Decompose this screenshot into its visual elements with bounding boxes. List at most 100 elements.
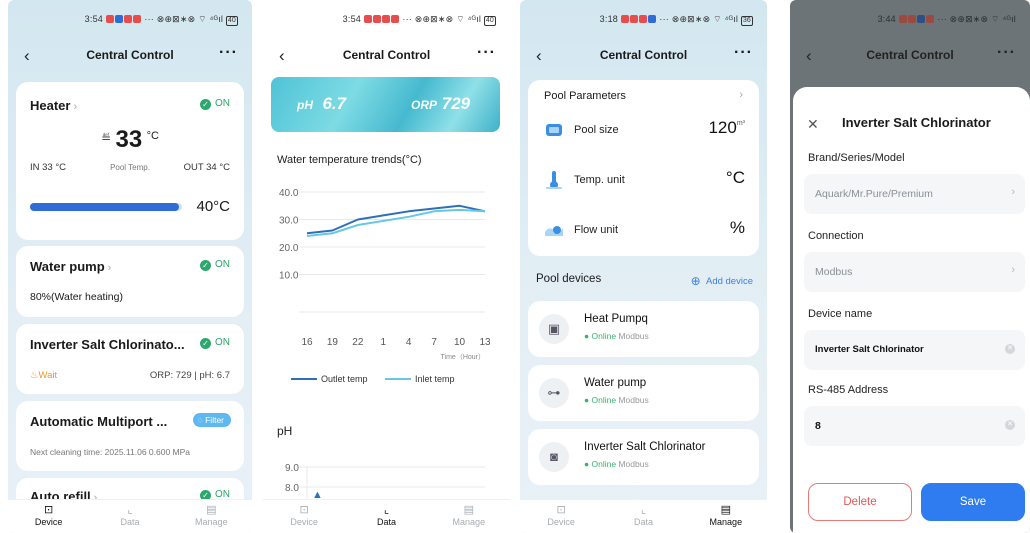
dimmed-background[interactable]: 3:44 ··· ⊗⊕⊠∗⊗ ⌔ ⁴ᴳıl ‹ Central Control … [790,0,1030,90]
device-icon: ⊡ [299,504,309,516]
more-icon[interactable]: ··· [219,44,238,62]
heater-status-badge: ✓ ON [200,98,230,110]
chevron-right-icon: › [739,89,743,101]
device-icon: ⊡ [556,504,566,516]
pool-parameters-card[interactable]: Pool Parameters › Pool size 120m³ Temp. … [528,80,759,256]
tab-device[interactable]: ⊡ Device [8,500,89,533]
tab-data[interactable]: ⌞ Data [345,500,427,533]
device-name: Water pump [584,377,647,389]
tab-manage[interactable]: ▤ Manage [171,500,252,533]
chart-icon: ⌞ [127,504,133,516]
device-name-label: Device name [808,308,873,320]
rs485-address-input[interactable]: 8 ✕ [804,406,1025,446]
page-title: Central Control [86,48,174,62]
tab-manage[interactable]: ▤ Manage [428,500,510,533]
page-title: Central Control [342,48,431,62]
status-bar: 3:54 ··· ⊗⊕⊠∗⊗ ⌔ ⁴ᴳıl 40 [85,14,238,26]
heater-title[interactable]: Heater › [30,98,77,113]
status-icons: ··· ⊗⊕⊠∗⊗ ⌔ ⁴ᴳıl [659,14,739,24]
delete-button[interactable]: Delete [808,483,912,521]
address-label: RS-485 Address [808,384,889,396]
more-icon[interactable]: ··· [477,44,496,62]
water-pump-status-badge: ✓ ON [200,259,230,271]
setpoint-fill [30,203,179,211]
device-card-chlorinator[interactable]: ◙ Inverter Salt Chlorinator ● Online Mod… [528,429,759,485]
clear-icon[interactable]: ✕ [1005,344,1015,354]
brand-select[interactable]: Aquark/Mr.Pure/Premium › [804,174,1025,214]
manage-screen: 3:18 ··· ⊗⊕⊠∗⊗ ⌔ ⁴ᴳıl 36 ‹ Central Contr… [520,0,767,533]
setpoint-value: 40°C [196,198,230,215]
more-icon[interactable]: ··· [734,44,753,62]
temp-unit-row[interactable]: Temp. unit °C [544,166,745,196]
tab-device[interactable]: ⊡ Device [263,500,345,533]
add-device-button[interactable]: ⊕ Add device [691,274,753,288]
status-bar: 3:54 ··· ⊗⊕⊠∗⊗ ⌔ ⁴ᴳıl 40 [343,14,496,26]
flame-icon: ♨ [30,370,39,381]
x-tick-label: 19 [327,337,339,348]
pool-size-icon [546,124,562,136]
tab-bar: ⊡ Device ⌞ Data ▤ Manage [520,499,767,533]
status-icons: ··· ⊗⊕⊠∗⊗ ⌔ ⁴ᴳıl [937,14,1016,24]
heater-card[interactable]: Heater › ✓ ON ≝ 33 °C IN 33 °C Pool Temp. … [16,82,244,240]
battery-icon: 40 [483,16,496,26]
legend-label-1: Inlet temp [415,374,455,384]
pool-size-row[interactable]: Pool size 120m³ [544,116,745,146]
connection-select[interactable]: Modbus › [804,252,1025,292]
y-tick-label: 10.0 [279,271,299,282]
nav-bar: ‹ Central Control ··· [790,44,1030,68]
edit-device-sheet: ✕ Inverter Salt Chlorinator Brand/Series… [793,87,1030,533]
water-pump-title[interactable]: Water pump › [30,259,111,274]
battery-icon: 36 [740,16,753,26]
sheet-title: Inverter Salt Chlorinator [842,115,991,130]
multiport-title[interactable]: Automatic Multiport ... [30,414,167,429]
outlet-temp: OUT 34 °C [183,162,230,173]
check-icon: ✓ [200,338,211,349]
chlorinator-title[interactable]: Inverter Salt Chlorinato... [30,337,185,352]
device-status: ● Online Modbus [584,395,649,405]
chevron-right-icon: › [1011,186,1015,198]
tab-device[interactable]: ⊡ Device [520,500,602,533]
orp-reading: ORP 729 [411,94,471,113]
connection-label: Connection [808,230,864,242]
check-icon: ✓ [200,260,211,271]
multiport-detail: Next cleaning time: 2025.11.06 0.600 MPa [30,447,191,457]
flow-unit-row[interactable]: Flow unit % [544,216,745,246]
status-time: 3:54 [342,14,361,24]
device-card-heat-pump[interactable]: ▣ Heat Pumpq ● Online Modbus [528,301,759,357]
chlorinator-icon: ◙ [539,442,569,472]
pool-devices-title: Pool devices [536,273,602,285]
device-name-input[interactable]: Inverter Salt Chlorinator ✕ [804,330,1025,370]
close-icon[interactable]: ✕ [807,116,819,133]
heater-temp-display: ≝ 33 °C [16,126,244,154]
pool-parameters-title: Pool Parameters [544,90,626,102]
chlorinator-readings: ORP: 729 | pH: 6.7 [149,370,230,381]
x-tick-label: 7 [431,337,437,348]
edit-device-screen: 3:44 ··· ⊗⊕⊠∗⊗ ⌔ ⁴ᴳıl ‹ Central Control … [790,0,1030,533]
manage-icon: ▤ [720,504,732,516]
clear-icon[interactable]: ✕ [1005,420,1015,430]
setpoint-slider[interactable] [30,203,182,211]
water-pump-icon: ⊶ [539,378,569,408]
ph-reading: pH 6.7 [297,94,347,113]
water-quality-banner: pH 6.7 ORP 729 [271,77,500,132]
status-icons: ··· ⊗⊕⊠∗⊗ ⌔ ⁴ᴳıl [144,14,224,24]
ph-trend-chart: 9.08.0▲ [285,463,485,500]
status-bar: 3:44 ··· ⊗⊕⊠∗⊗ ⌔ ⁴ᴳıl [878,14,1016,25]
status-time: 3:44 [877,14,896,24]
more-icon[interactable]: ··· [997,44,1016,62]
x-tick-label: 10 [454,337,466,348]
device-card-water-pump[interactable]: ⊶ Water pump ● Online Modbus [528,365,759,421]
status-time: 3:18 [599,14,618,24]
chlorinator-card[interactable]: Inverter Salt Chlorinato... ✓ ON ♨Wait OR… [16,324,244,394]
tab-manage[interactable]: ▤ Manage [685,500,767,533]
chart-icon: ⌞ [640,504,647,516]
temp-chart-title: Water temperature trends(°C) [277,154,422,166]
multiport-card[interactable]: Automatic Multiport ... ◌ Filter Next cl… [16,401,244,471]
status-time: 3:54 [84,14,103,24]
device-status: ● Online Modbus [584,459,649,469]
water-pump-card[interactable]: Water pump › ✓ ON 80%(Water heating) [16,246,244,317]
tab-data[interactable]: ⌞ Data [89,500,170,533]
save-button[interactable]: Save [921,483,1025,521]
wait-status: ♨Wait [30,370,58,381]
tab-data[interactable]: ⌞ Data [602,500,684,533]
